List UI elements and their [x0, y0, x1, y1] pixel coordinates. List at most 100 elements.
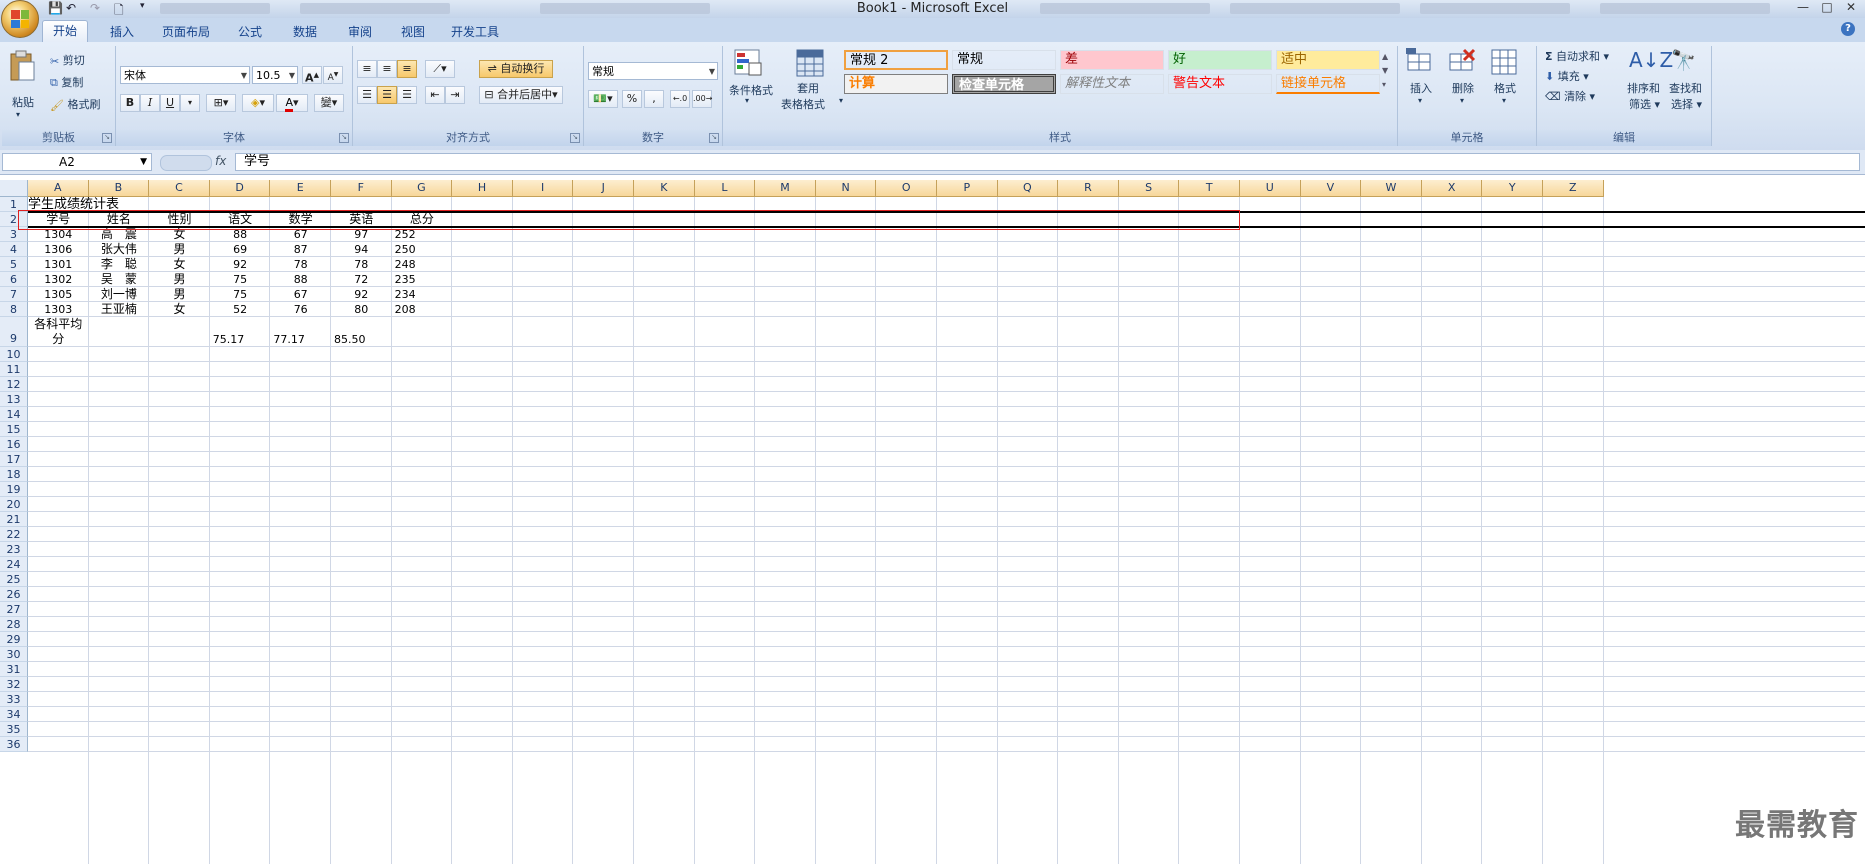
table-cell[interactable]: 75 — [210, 287, 271, 302]
table-cell[interactable]: 72 — [331, 272, 392, 287]
table-cell[interactable]: 234 — [392, 287, 456, 302]
column-header-r[interactable]: R — [1058, 180, 1119, 197]
minimize-button[interactable]: — — [1790, 0, 1816, 16]
align-left-icon[interactable]: ☰ — [357, 86, 377, 104]
column-header-u[interactable]: U — [1240, 180, 1301, 197]
help-icon[interactable]: ? — [1841, 22, 1855, 36]
sort-filter-icon[interactable]: A↓Z — [1629, 48, 1673, 72]
header-cell[interactable]: 总分 — [392, 212, 453, 227]
table-cell[interactable]: 1303 — [28, 302, 89, 317]
table-cell[interactable]: 男 — [149, 272, 210, 287]
column-header-l[interactable]: L — [694, 180, 756, 197]
table-cell[interactable]: 235 — [392, 272, 456, 287]
tab-home[interactable]: 开始 — [42, 20, 88, 43]
style-good[interactable]: 好 — [1168, 50, 1272, 70]
maximize-button[interactable]: □ — [1814, 0, 1840, 16]
header-cell[interactable]: 数学 — [270, 212, 331, 227]
table-cell[interactable]: 女 — [149, 227, 210, 242]
table-cell[interactable]: 1305 — [28, 287, 89, 302]
conditional-format-icon[interactable] — [733, 48, 763, 81]
column-header-e[interactable]: E — [270, 180, 331, 197]
align-bottom-icon[interactable]: ≡ — [397, 60, 417, 78]
decrease-indent-icon[interactable]: ⇤ — [425, 86, 445, 104]
table-cell[interactable]: 男 — [149, 287, 210, 302]
orientation-icon[interactable]: ⟋▾ — [425, 60, 455, 78]
find-select-label-2[interactable]: 选择 ▾ — [1671, 96, 1702, 112]
format-cells-button[interactable]: 格式 — [1494, 80, 1516, 96]
shrink-font-button[interactable]: A▼ — [323, 66, 343, 84]
table-cell[interactable]: 1306 — [28, 242, 89, 257]
column-header-d[interactable]: D — [209, 180, 271, 197]
row-header-16[interactable]: 16 — [0, 437, 28, 452]
name-box[interactable]: A2 ▼ — [2, 153, 152, 171]
column-header-w[interactable]: W — [1361, 180, 1422, 197]
office-button[interactable] — [1, 0, 39, 38]
table-cell[interactable]: 78 — [270, 257, 331, 272]
column-header-j[interactable]: J — [573, 180, 634, 197]
header-cell[interactable]: 姓名 — [89, 212, 150, 227]
style-bad[interactable]: 差 — [1060, 50, 1164, 70]
average-label-cell[interactable]: 各科平均分 — [28, 317, 89, 347]
row-header-20[interactable]: 20 — [0, 497, 28, 512]
row-header-4[interactable]: 4 — [0, 242, 28, 257]
table-cell[interactable]: 1304 — [28, 227, 89, 242]
tab-review[interactable]: 审阅 — [338, 22, 382, 42]
column-header-c[interactable]: C — [149, 180, 210, 197]
tab-formulas[interactable]: 公式 — [228, 22, 272, 42]
table-cell[interactable]: 97 — [331, 227, 392, 242]
row-header-13[interactable]: 13 — [0, 392, 28, 407]
row-header-27[interactable]: 27 — [0, 602, 28, 617]
currency-button[interactable]: 💵▾ — [588, 90, 618, 108]
column-header-n[interactable]: N — [815, 180, 877, 197]
column-header-z[interactable]: Z — [1543, 180, 1604, 197]
column-header-g[interactable]: G — [391, 180, 453, 197]
style-normal[interactable]: 常规 — [952, 50, 1056, 70]
tab-view[interactable]: 视图 — [391, 22, 435, 42]
cut-button[interactable]: ✂ 剪切 — [50, 52, 85, 68]
row-header-15[interactable]: 15 — [0, 422, 28, 437]
table-cell[interactable]: 69 — [210, 242, 271, 257]
font-name-combo[interactable]: 宋体 ▼ — [120, 66, 250, 84]
row-header-33[interactable]: 33 — [0, 692, 28, 707]
average-value-cell[interactable]: 77.17 — [270, 332, 334, 347]
style-warning[interactable]: 警告文本 — [1168, 74, 1272, 94]
table-cell[interactable]: 88 — [210, 227, 271, 242]
table-cell[interactable]: 78 — [331, 257, 392, 272]
table-format-label-2[interactable]: 表格格式 — [781, 96, 825, 112]
sheet-title-cell[interactable]: 学生成绩统计表 — [28, 197, 228, 212]
phonetic-button[interactable]: 變▾ — [314, 94, 344, 112]
column-header-h[interactable]: H — [452, 180, 513, 197]
format-cells-icon[interactable] — [1490, 48, 1518, 79]
clear-button[interactable]: ⌫ 清除 ▾ — [1545, 88, 1595, 104]
table-cell[interactable]: 1302 — [28, 272, 89, 287]
table-cell[interactable]: 67 — [270, 287, 331, 302]
grow-font-button[interactable]: A▲ — [302, 66, 322, 85]
sort-filter-label-1[interactable]: 排序和 — [1627, 80, 1660, 96]
header-cell[interactable]: 学号 — [28, 212, 89, 227]
row-header-21[interactable]: 21 — [0, 512, 28, 527]
table-cell[interactable]: 王亚楠 — [89, 302, 150, 317]
column-header-m[interactable]: M — [755, 180, 816, 197]
column-header-x[interactable]: X — [1421, 180, 1483, 197]
column-header-f[interactable]: F — [331, 180, 392, 197]
row-header-3[interactable]: 3 — [0, 227, 28, 242]
table-cell[interactable]: 张大伟 — [89, 242, 150, 257]
insert-function-icon[interactable]: fx — [215, 154, 226, 168]
fill-button[interactable]: ⬇ 填充 ▾ — [1545, 68, 1589, 84]
format-painter-button[interactable]: 🖌 格式刷 — [50, 96, 100, 112]
table-cell[interactable]: 李 聪 — [89, 257, 150, 272]
paste-button[interactable]: 粘贴 — [12, 94, 34, 110]
table-cell[interactable]: 52 — [210, 302, 271, 317]
tab-page-layout[interactable]: 页面布局 — [158, 22, 214, 42]
font-launcher-icon[interactable]: ↘ — [339, 133, 349, 143]
row-header-28[interactable]: 28 — [0, 617, 28, 632]
row-header-31[interactable]: 31 — [0, 662, 28, 677]
row-header-1[interactable]: 1 — [0, 197, 28, 212]
table-format-label-1[interactable]: 套用 — [797, 80, 819, 96]
table-cell[interactable]: 248 — [392, 257, 456, 272]
increase-decimal-button[interactable]: ←.0 — [670, 90, 690, 108]
alignment-launcher-icon[interactable]: ↘ — [570, 133, 580, 143]
style-check-cell[interactable]: 检查单元格 — [952, 74, 1056, 94]
header-cell[interactable]: 英语 — [331, 212, 392, 227]
row-header-6[interactable]: 6 — [0, 272, 28, 287]
